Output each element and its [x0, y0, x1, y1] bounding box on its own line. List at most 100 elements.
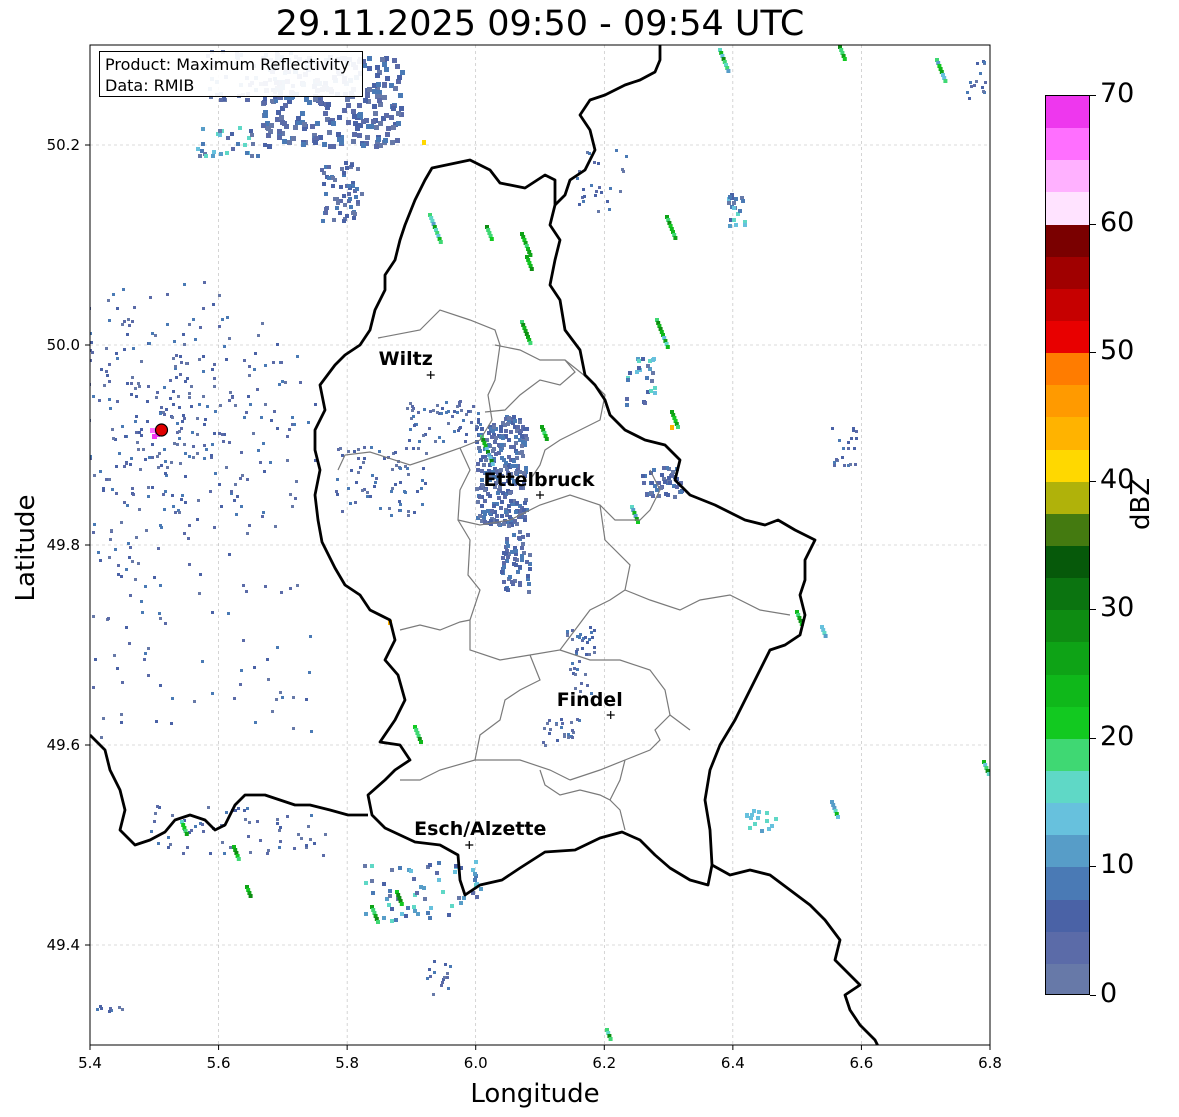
echo-pixel [124, 435, 127, 438]
echo-pixel [491, 429, 495, 433]
echo-pixel [508, 575, 512, 579]
echo-pixel [248, 374, 251, 377]
echo-pixel [323, 111, 328, 116]
echo-pixel [478, 495, 482, 499]
echo-pixel [267, 849, 270, 852]
echo-pixel [499, 425, 503, 429]
echo-pixel [108, 363, 111, 366]
echo-pixel [256, 388, 259, 391]
echo-pixel [117, 573, 120, 576]
echo-pixel [214, 410, 217, 413]
echo-pixel [460, 409, 463, 412]
echo-pixel [225, 466, 228, 469]
echo-pixel [502, 561, 506, 565]
echo-pixel [590, 631, 593, 634]
echo-pixel [823, 634, 828, 638]
echo-pixel [588, 152, 591, 155]
echo-pixel [625, 397, 629, 401]
echo-pixel [479, 458, 483, 462]
echo-pixel [385, 76, 390, 81]
echo-pixel [500, 500, 504, 504]
echo-pixel [344, 161, 348, 165]
echo-pixel [117, 564, 120, 567]
echo-pixel [521, 440, 525, 444]
echo-pixel [376, 82, 381, 87]
echo-pixel [202, 830, 205, 833]
echo-pixel [501, 421, 505, 425]
echo-pixel [361, 489, 364, 492]
echo-pixel [567, 736, 570, 739]
colorbar-segment [1046, 610, 1089, 643]
echo-pixel [280, 591, 283, 594]
echo-pixel [131, 560, 134, 563]
colorbar-segment [1046, 931, 1089, 964]
echo-pixel [202, 395, 205, 398]
echo-pixel [635, 370, 639, 374]
echo-pixel [748, 826, 752, 830]
colorbar-segment [1046, 96, 1089, 129]
echo-pixel [78, 380, 81, 383]
echo-pixel [53, 405, 56, 408]
echo-pixel [240, 669, 243, 672]
echo-pixel [483, 499, 487, 503]
colorbar-segment [1046, 770, 1089, 804]
echo-pixel [158, 612, 161, 615]
echo-pixel [388, 889, 392, 893]
echo-pixel [504, 510, 508, 514]
echo-pixel [390, 868, 394, 872]
echo-pixel [467, 410, 470, 413]
echo-pixel [518, 420, 522, 424]
echo-pixel [194, 825, 197, 828]
echo-pixel [734, 223, 738, 227]
echo-pixel [159, 524, 162, 527]
echo-pixel [102, 717, 105, 720]
echo-pixel [497, 496, 501, 500]
echo-pixel [507, 438, 511, 442]
echo-pixel [459, 901, 463, 905]
colorbar-segment [1046, 642, 1089, 675]
echo-pixel [544, 437, 549, 441]
echo-pixel [176, 422, 179, 425]
echo-pixel [343, 203, 347, 207]
echo-pixel [324, 207, 328, 211]
echo-pixel [407, 514, 410, 517]
echo-pixel [247, 835, 250, 838]
echo-pixel [131, 487, 134, 490]
echo-pixel [274, 525, 277, 528]
echo-pixel [749, 816, 753, 820]
echo-pixel [100, 368, 103, 371]
echo-pixel [134, 578, 137, 581]
echo-pixel [521, 542, 525, 546]
echo-pixel [121, 681, 124, 684]
echo-pixel [214, 472, 217, 475]
echo-pixel [167, 836, 170, 839]
echo-pixel [272, 361, 275, 364]
echo-pixel [183, 283, 186, 286]
echo-pixel [178, 406, 181, 409]
echo-pixel [586, 684, 589, 687]
echo-pixel [106, 374, 109, 377]
echo-pixel [259, 839, 262, 842]
echo-pixel [391, 106, 396, 111]
echo-pixel [453, 410, 456, 413]
echo-pixel [331, 144, 336, 149]
echo-pixel [86, 438, 89, 441]
echo-pixel [387, 903, 391, 907]
echo-pixel [218, 325, 221, 328]
echo-pixel [209, 490, 212, 493]
echo-pixel [357, 471, 360, 474]
echo-pixel [129, 463, 132, 466]
echo-pixel [502, 551, 506, 555]
echo-pixel [445, 401, 448, 404]
echo-pixel [426, 977, 429, 980]
echo-pixel [520, 546, 524, 550]
echo-pixel [146, 400, 149, 403]
echo-pixel [226, 316, 229, 319]
echo-pixel [501, 556, 505, 560]
echo-pixel [943, 79, 948, 83]
echo-pixel [660, 473, 664, 477]
echo-pixel [486, 509, 490, 513]
echo-pixel [503, 495, 507, 499]
echo-pixel [194, 338, 197, 341]
echo-pixel [148, 456, 151, 459]
